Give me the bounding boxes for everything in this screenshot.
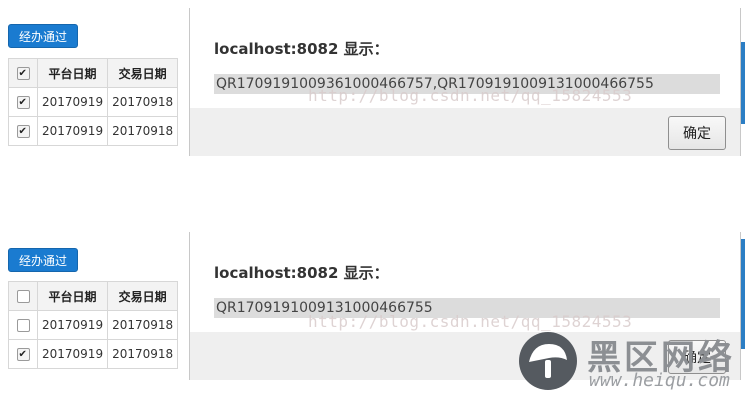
select-all-checkbox[interactable] [16, 67, 30, 80]
dialog-title: localhost:8082 显示： [214, 40, 389, 58]
platform-date-cell: 20170919 [36, 310, 109, 340]
row-checkbox-cell[interactable] [8, 116, 38, 146]
table-row[interactable]: 20170919 20170918 [8, 310, 179, 340]
platform-date-cell: 20170919 [36, 116, 109, 146]
trade-date-cell: 20170918 [107, 87, 179, 117]
records-table: 平台日期 交易日期 20170919 20170918 20170919 201… [8, 281, 179, 369]
row-checkbox-cell[interactable] [8, 339, 38, 369]
approve-button[interactable]: 经办通过 [8, 24, 78, 48]
mushroom-icon [519, 332, 577, 390]
records-table: 平台日期 交易日期 20170919 20170918 20170919 201… [8, 58, 179, 146]
row-checkbox[interactable] [16, 319, 30, 332]
ok-button[interactable]: 确定 [668, 116, 726, 150]
table-row[interactable]: 20170919 20170918 [8, 339, 179, 369]
platform-date-cell: 20170919 [36, 339, 109, 369]
screenshot-panel-top: 经办通过 平台日期 交易日期 20170919 20170918 2017091… [0, 0, 753, 198]
platform-date-cell: 20170919 [36, 87, 109, 117]
dialog-footer: 确定 [190, 108, 740, 156]
window-edge [741, 42, 745, 124]
trade-date-header: 交易日期 [107, 58, 179, 88]
table-row[interactable]: 20170919 20170918 [8, 116, 179, 146]
row-checkbox-cell[interactable] [8, 310, 38, 340]
table-header-row: 平台日期 交易日期 [8, 281, 179, 311]
trade-date-header: 交易日期 [107, 281, 179, 311]
alert-dialog: localhost:8082 显示： QR1709191009361000466… [189, 8, 741, 156]
dialog-title: localhost:8082 显示： [214, 264, 389, 282]
table-row[interactable]: 20170919 20170918 [8, 87, 179, 117]
dialog-message: QR170919100936100046675​7,QR170919100913… [214, 74, 720, 94]
platform-date-header: 平台日期 [36, 58, 109, 88]
table-header-row: 平台日期 交易日期 [8, 58, 179, 88]
approve-button[interactable]: 经办通过 [8, 248, 78, 272]
select-all-cell[interactable] [8, 281, 38, 311]
trade-date-cell: 20170918 [107, 116, 179, 146]
trade-date-cell: 20170918 [107, 339, 179, 369]
row-checkbox-cell[interactable] [8, 87, 38, 117]
trade-date-cell: 20170918 [107, 310, 179, 340]
select-all-cell[interactable] [8, 58, 38, 88]
dialog-message: QR17091910091310004667​55 [214, 298, 720, 318]
row-checkbox[interactable] [16, 125, 30, 138]
select-all-checkbox[interactable] [16, 290, 30, 303]
platform-date-header: 平台日期 [36, 281, 109, 311]
row-checkbox[interactable] [16, 96, 30, 109]
site-logo: 黑区网络 www.heiqu.com [519, 332, 751, 394]
logo-url-text: www.heiqu.com [589, 370, 730, 391]
row-checkbox[interactable] [16, 348, 30, 361]
